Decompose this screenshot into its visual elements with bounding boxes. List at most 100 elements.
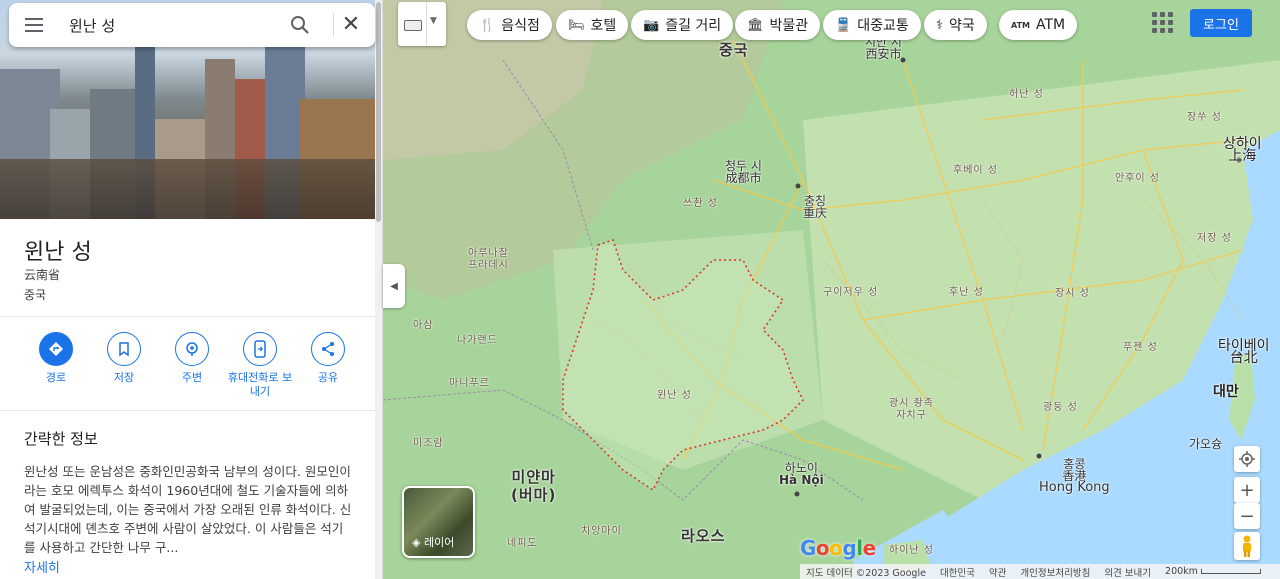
map-label-chengdu: 청두 시 成都市 (725, 159, 762, 185)
street-view-button[interactable] (1234, 532, 1260, 560)
input-tools-divider (426, 2, 427, 46)
zoom-out-button[interactable]: − (1234, 503, 1260, 529)
maps-app: 중국 시안 시 西安市 청두 시 成都市 충칭 重庆 상하이 上海 타이베이 台北 대만 … (0, 0, 1280, 579)
chip-label: ATM (1036, 17, 1066, 33)
place-native-name: 云南省 (24, 268, 61, 282)
my-location-icon (1239, 451, 1255, 467)
map-label-yunnan: 윈난 성 (657, 390, 692, 401)
atm-icon: ATM (1011, 20, 1030, 30)
hotel-icon: 🛏 (568, 17, 585, 33)
map-label-naypyidaw: 네피도 (507, 538, 538, 549)
info-body: 윈난성 또는 운남성은 중화인민공화국 남부의 성이다. 원모인이라는 호모 에… (24, 464, 352, 555)
restaurant-icon: 🍴 (479, 17, 496, 33)
map-label-kaohsiung: 가오슝 (1189, 437, 1223, 451)
chip-museums[interactable]: 🏛 박물관 (735, 10, 821, 40)
map-label-chiangmai: 치앙마이 (581, 526, 622, 537)
save-button[interactable]: 저장 (89, 332, 159, 385)
scale-bar[interactable]: 200km (1165, 566, 1261, 577)
camera-icon: 📷 (643, 17, 660, 33)
more-link[interactable]: 자세히 (24, 557, 60, 576)
pegman-icon (1243, 535, 1251, 557)
save-label: 저장 (113, 371, 135, 384)
layer-toggle[interactable]: ◈ 레이어 (402, 486, 475, 558)
chip-label: 박물관 (769, 18, 809, 34)
chevron-left-icon: ◀ (390, 280, 398, 292)
map-label-guangxi: 광시 좡족 자치구 (889, 398, 934, 421)
map-label-myanmar: 미얀마 (버마) (511, 468, 557, 504)
plus-icon: + (1239, 479, 1255, 501)
feedback-link[interactable]: 의견 보내기 (1104, 565, 1151, 579)
map-label-guangdong: 광둥 성 (1043, 402, 1078, 413)
map-label-nagaland: 나가랜드 (457, 335, 498, 346)
login-button[interactable]: 로그인 (1190, 9, 1252, 37)
chip-label: 대중교통 (857, 18, 909, 34)
map-footer: 지도 데이터 ©2023 Google 대한민국 약관 개인정보처리방침 의견 … (800, 564, 1280, 579)
send-to-phone-label: 휴대전화로 보내기 (227, 371, 293, 398)
map-label-sichuan: 쓰촨 성 (683, 198, 718, 209)
share-button[interactable]: 공유 (293, 332, 363, 385)
map-label-assam: 아삼 (413, 320, 434, 331)
map-label-hubei: 후베이 성 (953, 165, 998, 176)
place-title: 윈난 성 (24, 240, 92, 265)
minus-icon: − (1239, 505, 1255, 527)
send-to-phone-icon (243, 332, 277, 366)
google-logo: Google (800, 536, 876, 560)
nearby-icon (175, 332, 209, 366)
my-location-button[interactable] (1234, 446, 1260, 472)
info-heading: 간략한 정보 (24, 430, 98, 448)
map-canvas[interactable]: 중국 시안 시 西安市 청두 시 成都市 충칭 重庆 상하이 上海 타이베이 台北 대만 … (383, 0, 1280, 579)
send-to-phone-button[interactable]: 휴대전화로 보내기 (225, 332, 295, 399)
panel-scrollbar[interactable] (375, 0, 382, 579)
collapse-panel-button[interactable]: ◀ (383, 264, 405, 308)
map-label-mizoram: 미조람 (413, 438, 444, 449)
map-label-anhui: 안후이 성 (1115, 173, 1160, 184)
scrollbar-thumb[interactable] (376, 2, 381, 222)
map-label-chongqing: 충칭 重庆 (803, 194, 828, 220)
map-label-fujian: 푸젠 성 (1123, 342, 1158, 353)
search-box[interactable]: 윈난 성 ✕ (9, 3, 375, 47)
chevron-down-icon[interactable]: ▼ (430, 16, 437, 26)
chip-transit[interactable]: 🚆 대중교통 (823, 10, 921, 40)
close-icon[interactable]: ✕ (339, 13, 363, 37)
menu-icon[interactable] (23, 15, 45, 35)
transit-icon: 🚆 (835, 17, 852, 33)
map-label-hainan: 하이난 성 (889, 545, 934, 556)
nearby-button[interactable]: 주변 (157, 332, 227, 385)
chip-attractions[interactable]: 📷 즐길 거리 (631, 10, 734, 40)
directions-button[interactable]: 경로 (21, 332, 91, 385)
map-label-taiwan: 대만 (1213, 384, 1239, 400)
chip-restaurants[interactable]: 🍴 음식점 (467, 10, 552, 40)
chip-pharmacies[interactable]: ⚕ 약국 (924, 10, 987, 40)
share-icon (311, 332, 345, 366)
divider (0, 410, 376, 411)
input-tools-button[interactable]: ▼ (398, 2, 446, 46)
chip-hotels[interactable]: 🛏 호텔 (556, 10, 629, 40)
bookmark-icon (107, 332, 141, 366)
nearby-label: 주변 (181, 371, 203, 384)
map-label-jiangsu: 장쑤 성 (1187, 112, 1222, 123)
apps-grid-icon[interactable] (1152, 12, 1174, 34)
museum-icon: 🏛 (747, 17, 764, 33)
directions-label: 경로 (45, 371, 67, 384)
map-label-hunan: 후난 성 (949, 287, 984, 298)
pharmacy-icon: ⚕ (936, 17, 944, 33)
map-label-taipei: 타이베이 台北 (1218, 338, 1270, 366)
map-data-credit: 지도 데이터 ©2023 Google (806, 567, 926, 579)
map-label-jiangxi: 장시 성 (1055, 288, 1090, 299)
chip-atm[interactable]: ATM ATM (999, 10, 1078, 40)
directions-icon (39, 332, 73, 366)
region-link[interactable]: 대한민국 (940, 565, 975, 579)
map-label-laos: 라오스 (681, 527, 726, 545)
layer-label: ◈ 레이어 (412, 536, 455, 549)
place-country: 중국 (24, 288, 47, 302)
share-label: 공유 (317, 371, 339, 384)
privacy-link[interactable]: 개인정보처리방침 (1020, 565, 1090, 579)
layers-icon: ◈ (412, 536, 424, 549)
search-icon[interactable] (289, 14, 311, 36)
zoom-in-button[interactable]: + (1234, 477, 1260, 503)
keyboard-icon (404, 20, 422, 31)
map-label-zhejiang: 저장 성 (1197, 233, 1232, 244)
terms-link[interactable]: 약관 (989, 565, 1006, 579)
chip-label: 약국 (949, 18, 975, 34)
search-input[interactable]: 윈난 성 (69, 15, 115, 36)
